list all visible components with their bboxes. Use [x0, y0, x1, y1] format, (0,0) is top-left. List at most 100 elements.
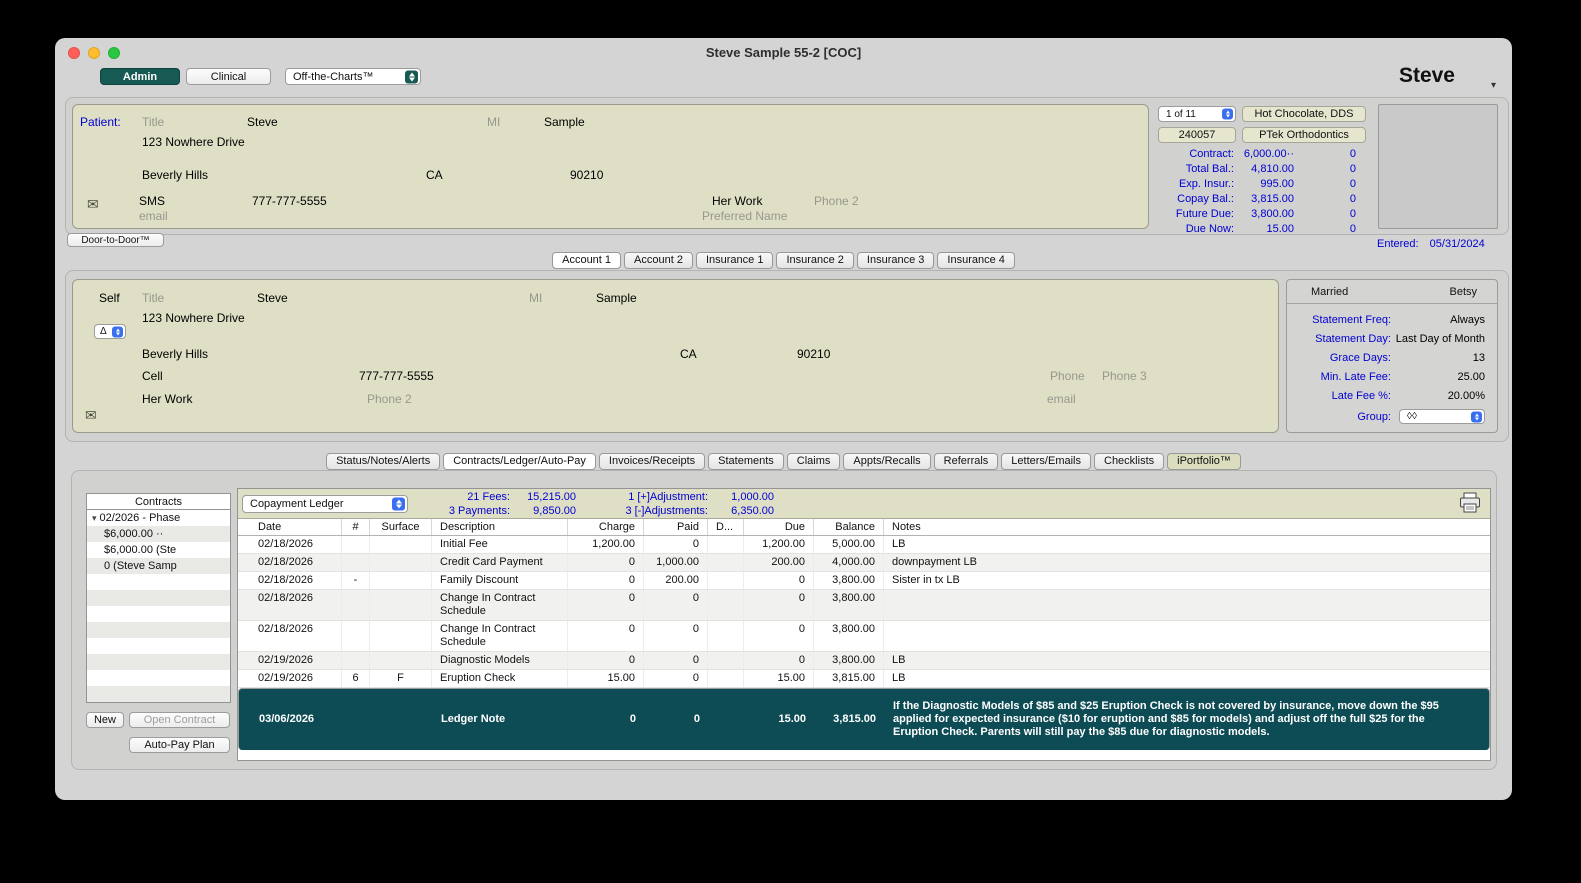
disclosure-open-icon[interactable]: ▾ — [92, 510, 97, 526]
ledger-row[interactable]: 02/18/2026 - Family Discount 0 200.00 0 … — [238, 572, 1490, 590]
tab-claims[interactable]: Claims — [786, 453, 841, 470]
tab-contracts-ledger-auto-pay[interactable]: Contracts/Ledger/Auto-Pay — [443, 453, 596, 470]
dropdown-arrows-icon — [405, 70, 418, 83]
account-phone-placeholder[interactable]: Phone — [1050, 369, 1085, 383]
account-phone-field[interactable]: 777-777-5555 — [359, 369, 434, 383]
patient-photo-placeholder[interactable] — [1378, 104, 1498, 229]
patient-preferred-name-field[interactable]: Preferred Name — [702, 209, 787, 223]
tab-invoices-receipts[interactable]: Invoices/Receipts — [598, 453, 706, 470]
tab-statements[interactable]: Statements — [708, 453, 784, 470]
tab-account-2[interactable]: Account 2 — [624, 252, 693, 269]
tab-status-notes-alerts[interactable]: Status/Notes/Alerts — [326, 453, 441, 470]
new-contract-button[interactable]: New — [86, 712, 124, 728]
financial-label: Future Due: — [1175, 208, 1234, 220]
column-header-due[interactable]: Due — [744, 519, 814, 535]
patient-email-field[interactable]: email — [139, 209, 168, 223]
ledger-row[interactable]: 02/19/2026 Diagnostic Models 0 0 0 3,800… — [238, 652, 1490, 670]
tab-appts-recalls[interactable]: Appts/Recalls — [843, 453, 931, 470]
account-last-name-field[interactable]: Sample — [596, 291, 637, 305]
account-phone2-field[interactable]: Phone 2 — [367, 392, 412, 406]
ledger-view-select[interactable]: Copayment Ledger — [242, 495, 408, 513]
financial-flag: 0 — [1349, 208, 1356, 220]
delta-select[interactable]: Δ — [94, 324, 126, 339]
tab-insurance-1[interactable]: Insurance 1 — [695, 252, 774, 269]
account-state-field[interactable]: CA — [680, 347, 697, 361]
tab-insurance-3[interactable]: Insurance 3 — [856, 252, 935, 269]
account-address-field[interactable]: 123 Nowhere Drive — [142, 311, 245, 325]
empty-list-row — [87, 590, 230, 606]
tab-checklists[interactable]: Checklists — [1094, 453, 1165, 470]
ledger-row[interactable]: 02/18/2026 Credit Card Payment 0 1,000.0… — [238, 554, 1490, 572]
patient-switcher[interactable]: Steve — [1399, 64, 1455, 88]
patient-phone2-field[interactable]: Phone 2 — [814, 194, 859, 208]
cell-number — [342, 536, 370, 553]
column-header-description[interactable]: Description — [432, 519, 568, 535]
clinical-mode-button[interactable]: Clinical — [186, 68, 271, 85]
tab-insurance-4[interactable]: Insurance 4 — [937, 252, 1015, 269]
account-mi-field[interactable]: MI — [529, 291, 542, 305]
tab-insurance-2[interactable]: Insurance 2 — [776, 252, 854, 269]
cell-description: Ledger Note — [441, 713, 506, 725]
billing-label: Min. Late Fee: — [1320, 371, 1391, 383]
billing-value: Always — [1450, 314, 1485, 326]
column-header-paid[interactable]: Paid — [644, 519, 708, 535]
tab-iportfolio[interactable]: iPortfolio™ — [1167, 453, 1241, 470]
patient-phone-field[interactable]: 777-777-5555 — [252, 194, 327, 208]
empty-list-row — [87, 622, 230, 638]
print-icon[interactable] — [1458, 492, 1482, 519]
open-contract-button[interactable]: Open Contract — [129, 712, 230, 728]
patient-id-field[interactable]: 240057 — [1158, 127, 1236, 143]
account-email-field[interactable]: email — [1047, 392, 1076, 406]
cell-number — [342, 652, 370, 669]
patient-address-field[interactable]: 123 Nowhere Drive — [142, 135, 245, 149]
account-phone3-field[interactable]: Phone 3 — [1102, 369, 1147, 383]
account-title-field[interactable]: Title — [142, 291, 164, 305]
column-header-charge[interactable]: Charge — [568, 519, 644, 535]
ledger-row[interactable]: 02/18/2026 Initial Fee 1,200.00 0 1,200.… — [238, 536, 1490, 554]
email-envelope-icon[interactable]: ✉ — [87, 197, 99, 211]
patient-city-field[interactable]: Beverly Hills — [142, 168, 208, 182]
titlebar[interactable]: Steve Sample 55-2 [COC] — [55, 38, 1512, 66]
column-header-d[interactable]: D... — [708, 519, 744, 535]
door-to-door-button[interactable]: Door-to-Door™ — [67, 233, 164, 247]
patient-state-field[interactable]: CA — [426, 168, 443, 182]
group-select[interactable]: ◊◊ — [1399, 409, 1485, 424]
ledger-row-selected[interactable]: 03/06/2026 Ledger Note 0 0 15.00 3,815.0… — [238, 688, 1490, 750]
patient-mi-field[interactable]: MI — [487, 115, 500, 129]
ledger-row[interactable]: 02/18/2026 Change In Contract Schedule 0… — [238, 621, 1490, 652]
app-window: Steve Sample 55-2 [COC] Admin Clinical O… — [55, 38, 1512, 800]
tab-referrals[interactable]: Referrals — [933, 453, 999, 470]
column-header-surface[interactable]: Surface — [370, 519, 432, 535]
contract-tree-root[interactable]: ▾ 02/2026 - Phase — [87, 510, 230, 526]
account-zip-field[interactable]: 90210 — [797, 347, 830, 361]
contract-item[interactable]: $6,000.00 ·· — [87, 526, 230, 542]
patient-zip-field[interactable]: 90210 — [570, 168, 603, 182]
account-city-field[interactable]: Beverly Hills — [142, 347, 208, 361]
column-header-balance[interactable]: Balance — [814, 519, 884, 535]
tab-account-1[interactable]: Account 1 — [552, 252, 622, 269]
cell-surface — [370, 590, 432, 620]
patient-first-name-field[interactable]: Steve — [247, 115, 278, 129]
column-header-notes[interactable]: Notes — [884, 519, 1490, 535]
patient-last-name-field[interactable]: Sample — [544, 115, 585, 129]
cell-date: 02/19/2026 — [250, 652, 342, 669]
column-header-date[interactable]: Date — [250, 519, 342, 535]
provider-button[interactable]: Hot Chocolate, DDS — [1242, 106, 1366, 122]
contract-item[interactable]: 0 (Steve Samp — [87, 558, 230, 574]
record-nav-select[interactable]: 1 of 11 — [1158, 106, 1236, 122]
off-the-charts-menu[interactable]: Off-the-Charts™ — [285, 68, 421, 85]
tab-letters-emails[interactable]: Letters/Emails — [1001, 453, 1091, 470]
chevron-down-icon[interactable]: ▾ — [1491, 80, 1496, 91]
admin-mode-button[interactable]: Admin — [100, 68, 180, 85]
patient-title-field[interactable]: Title — [142, 115, 164, 129]
email-envelope-icon[interactable]: ✉ — [85, 408, 97, 422]
empty-list-row — [87, 574, 230, 590]
ledger-row[interactable]: 02/19/2026 6 F Eruption Check 15.00 0 15… — [238, 670, 1490, 688]
practice-button[interactable]: PTek Orthodontics — [1242, 127, 1366, 143]
contract-item[interactable]: $6,000.00 (Ste — [87, 542, 230, 558]
cell-due: 1,200.00 — [744, 536, 814, 553]
account-first-name-field[interactable]: Steve — [257, 291, 288, 305]
auto-pay-plan-button[interactable]: Auto-Pay Plan — [129, 737, 230, 753]
ledger-row[interactable]: 02/18/2026 Change In Contract Schedule 0… — [238, 590, 1490, 621]
column-header-number[interactable]: # — [342, 519, 370, 535]
